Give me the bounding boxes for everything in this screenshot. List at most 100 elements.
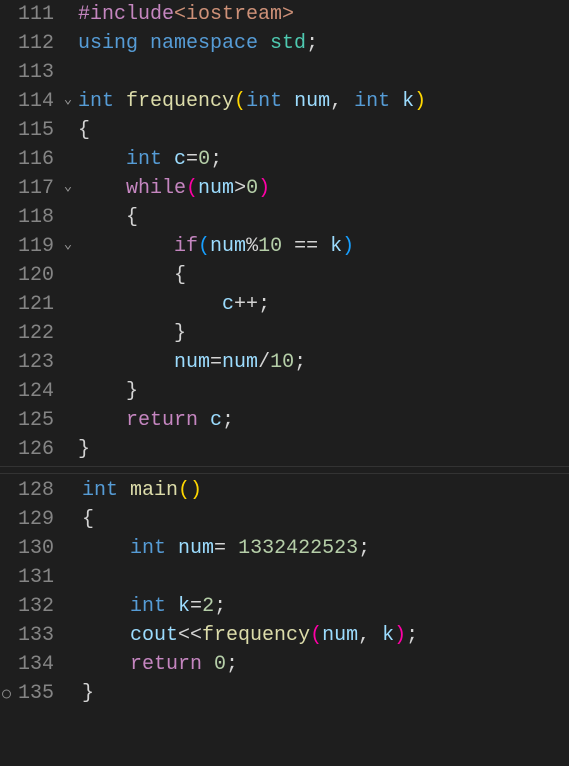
code-line[interactable]: 129 { (0, 505, 569, 534)
line-number: 118 (0, 203, 58, 232)
token-op: = (190, 595, 202, 618)
code-line[interactable]: 121 c++; (0, 290, 569, 319)
code-content[interactable]: { (78, 203, 569, 232)
code-line[interactable]: 120 { (0, 261, 569, 290)
code-content[interactable]: } (78, 319, 569, 348)
code-line[interactable]: 116 int c=0; (0, 145, 569, 174)
token-op: = (186, 148, 198, 171)
token-op: % (246, 235, 258, 258)
line-number: 130 (0, 534, 62, 563)
code-line[interactable]: 125 return c; (0, 406, 569, 435)
token-op: == (282, 235, 330, 258)
token-op: / (258, 351, 270, 374)
code-content[interactable]: num=num/10; (78, 348, 569, 377)
code-line[interactable]: 135} (0, 679, 569, 708)
token-kw: int (126, 148, 174, 171)
token-paren: ) (394, 624, 406, 647)
code-line[interactable]: 112using namespace std; (0, 29, 569, 58)
code-line[interactable]: 132 int k=2; (0, 592, 569, 621)
code-content[interactable]: cout<<frequency(num, k); (82, 621, 569, 650)
token-kw: int (354, 90, 402, 113)
code-content[interactable]: int c=0; (78, 145, 569, 174)
code-line[interactable]: 117⌄ while(num>0) (0, 174, 569, 203)
token-punc (78, 177, 126, 200)
token-punc: { (82, 508, 94, 531)
token-op: = (214, 537, 238, 560)
code-content[interactable]: int main() (82, 476, 569, 505)
fold-spacer (58, 0, 78, 3)
code-editor[interactable]: 111#include<iostream>112using namespace … (0, 0, 569, 708)
token-punc (82, 624, 130, 647)
token-var: num (210, 235, 246, 258)
code-content[interactable]: int num= 1332422523; (82, 534, 569, 563)
fold-chevron-icon[interactable]: ⌄ (58, 87, 78, 110)
token-var: num (322, 624, 358, 647)
token-punc (82, 595, 130, 618)
code-content[interactable]: c++; (78, 290, 569, 319)
code-line[interactable]: 131 (0, 563, 569, 592)
code-content[interactable]: { (78, 116, 569, 145)
token-kw: int (130, 595, 178, 618)
code-content[interactable]: } (78, 377, 569, 406)
code-line[interactable]: 126} (0, 435, 569, 464)
token-var: num (222, 351, 258, 374)
token-ns: std (270, 32, 306, 55)
code-line[interactable]: 123 num=num/10; (0, 348, 569, 377)
fold-spacer (62, 563, 82, 566)
token-punc (78, 235, 174, 258)
code-line[interactable]: 134 return 0; (0, 650, 569, 679)
code-line[interactable]: 114⌄int frequency(int num, int k) (0, 87, 569, 116)
line-number: 123 (0, 348, 58, 377)
code-line[interactable]: 119⌄ if(num%10 == k) (0, 232, 569, 261)
code-content[interactable]: #include<iostream> (78, 0, 569, 29)
fold-chevron-icon[interactable]: ⌄ (58, 174, 78, 197)
token-paren: ( (310, 624, 322, 647)
code-line[interactable]: 130 int num= 1332422523; (0, 534, 569, 563)
code-line[interactable]: 133 cout<<frequency(num, k); (0, 621, 569, 650)
token-var: k (402, 90, 414, 113)
token-var: num (198, 177, 234, 200)
token-var: k (330, 235, 342, 258)
token-punc: { (78, 264, 186, 287)
code-content[interactable]: { (82, 505, 569, 534)
line-number: 119 (0, 232, 58, 261)
token-paren2: ) (342, 235, 354, 258)
code-content[interactable]: using namespace std; (78, 29, 569, 58)
fold-chevron-icon[interactable]: ⌄ (58, 232, 78, 255)
code-content[interactable]: return c; (78, 406, 569, 435)
token-var: cout (130, 624, 178, 647)
code-content[interactable]: } (82, 679, 569, 708)
code-line[interactable]: 122 } (0, 319, 569, 348)
token-kw: int (246, 90, 294, 113)
code-line[interactable]: 118 { (0, 203, 569, 232)
fold-spacer (58, 145, 78, 148)
code-content[interactable]: int frequency(int num, int k) (78, 87, 569, 116)
code-content[interactable]: int k=2; (82, 592, 569, 621)
code-line[interactable]: 111#include<iostream> (0, 0, 569, 29)
code-content[interactable]: return 0; (82, 650, 569, 679)
fold-spacer (58, 203, 78, 206)
token-kw2: return (126, 409, 210, 432)
token-paren: ) (258, 177, 270, 200)
code-line[interactable]: 128 int main() (0, 476, 569, 505)
line-number: 135 (0, 679, 62, 708)
code-content[interactable]: if(num%10 == k) (78, 232, 569, 261)
code-line[interactable]: 124 } (0, 377, 569, 406)
token-punc (78, 148, 126, 171)
code-content[interactable]: while(num>0) (78, 174, 569, 203)
code-line[interactable]: 115{ (0, 116, 569, 145)
line-number: 129 (0, 505, 62, 534)
token-var: k (382, 624, 394, 647)
token-parenY: ) (414, 90, 426, 113)
fold-spacer (58, 116, 78, 119)
token-kw: using (78, 32, 150, 55)
code-content[interactable]: { (78, 261, 569, 290)
token-op: > (234, 177, 246, 200)
token-punc: { (78, 119, 90, 142)
line-number: 128 (0, 476, 62, 505)
token-var: num (294, 90, 330, 113)
token-punc: ; (214, 595, 226, 618)
code-line[interactable]: 113 (0, 58, 569, 87)
code-content[interactable]: } (78, 435, 569, 464)
fold-spacer (58, 406, 78, 409)
